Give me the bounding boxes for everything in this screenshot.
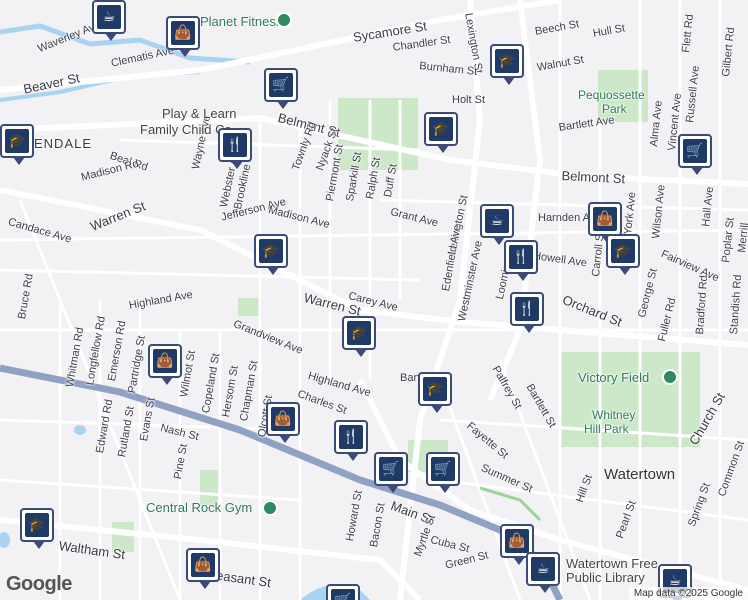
shopping-bag-icon[interactable]: 👜 — [148, 344, 182, 385]
place-label: Play & Learn — [162, 106, 237, 121]
park-area — [238, 298, 262, 316]
pond — [74, 425, 86, 435]
street-label: Merrill — [736, 222, 748, 254]
school-glyph: 🎓 — [495, 49, 519, 73]
school-icon[interactable]: 🎓 — [342, 316, 376, 357]
restaurant-icon[interactable]: 🍴 — [218, 128, 252, 169]
cafe-glyph: ☕ — [97, 5, 121, 29]
cart-glyph: 🛒 — [269, 73, 293, 97]
bag-glyph: 👜 — [153, 349, 177, 373]
cafe-icon[interactable]: ☕ — [480, 204, 514, 245]
google-logo: Google — [6, 573, 72, 595]
cart-glyph: 🛒 — [683, 139, 707, 163]
bag-glyph: 👜 — [593, 207, 617, 231]
shopping-cart-icon[interactable]: 🛒 — [264, 68, 298, 109]
school-glyph: 🎓 — [429, 117, 453, 141]
street-label: Holt St — [452, 94, 486, 106]
place-label: Watertown — [604, 466, 676, 483]
place-label: Pequossette — [578, 88, 645, 102]
bag-glyph: 👜 — [505, 529, 529, 553]
school-glyph: 🎓 — [25, 513, 49, 537]
place-label: Hill Park — [584, 422, 629, 436]
school-glyph: 🎓 — [423, 377, 447, 401]
shopping-cart-icon[interactable]: 🛒 — [426, 452, 460, 493]
restaurant-glyph: 🍴 — [223, 133, 247, 157]
restaurant-icon[interactable]: 🍴 — [510, 292, 544, 333]
fitness-poi-icon[interactable] — [276, 12, 292, 28]
bag-glyph: 👜 — [171, 21, 195, 45]
school-icon[interactable]: 🎓 — [418, 372, 452, 413]
school-icon[interactable]: 🎓 — [606, 234, 640, 275]
cafe-glyph: ☕ — [531, 557, 555, 581]
place-label: ENDALE — [34, 136, 93, 151]
place-label: Park — [602, 102, 627, 116]
school-icon[interactable]: 🎓 — [424, 112, 458, 153]
shopping-cart-icon[interactable]: 🛒 — [374, 452, 408, 493]
school-glyph: 🎓 — [5, 129, 29, 153]
school-icon[interactable]: 🎓 — [20, 508, 54, 549]
restaurant-glyph: 🍴 — [339, 425, 363, 449]
school-glyph: 🎓 — [259, 239, 283, 263]
restaurant-glyph: 🍴 — [515, 297, 539, 321]
cart-glyph: 🛒 — [431, 457, 455, 481]
restaurant-glyph: 🍴 — [509, 245, 533, 269]
school-glyph: 🎓 — [611, 239, 635, 263]
cafe-icon[interactable]: ☕ — [92, 0, 126, 41]
school-glyph: 🎓 — [347, 321, 371, 345]
place-label: Victory Field — [578, 370, 650, 385]
school-icon[interactable]: 🎓 — [254, 234, 288, 275]
bag-glyph: 👜 — [271, 407, 295, 431]
map-attribution[interactable]: Map data ©2025 Google — [628, 587, 748, 600]
place-label: Whitney — [592, 408, 636, 422]
shopping-cart-icon[interactable]: 🛒 — [678, 134, 712, 175]
gym-poi-icon[interactable] — [262, 500, 278, 516]
restaurant-icon[interactable]: 🍴 — [334, 420, 368, 461]
place-label: Planet Fitness — [200, 14, 283, 29]
place-label: Central Rock Gym — [146, 500, 253, 515]
school-icon[interactable]: 🎓 — [0, 124, 34, 165]
cart-glyph: 🛒 — [331, 589, 355, 600]
bag-glyph: 👜 — [191, 553, 215, 577]
cafe-glyph: ☕ — [485, 209, 509, 233]
school-icon[interactable]: 🎓 — [490, 44, 524, 85]
street-label: Ban — [400, 372, 420, 384]
shopping-bag-icon[interactable]: 👜 — [186, 548, 220, 589]
place-label: Watertown Free — [566, 556, 658, 571]
map-canvas[interactable]: Sycamore St Chandler St Lexington St Bee… — [0, 0, 748, 600]
park-poi-icon[interactable] — [662, 369, 678, 385]
shopping-bag-icon[interactable]: 👜 — [588, 202, 622, 243]
cafe-icon[interactable]: ☕ — [526, 552, 560, 593]
cart-glyph: 🛒 — [379, 457, 403, 481]
shopping-bag-icon[interactable]: 👜 — [266, 402, 300, 443]
shopping-cart-icon[interactable]: 🛒 — [326, 584, 360, 600]
place-label: Public Library — [566, 570, 645, 585]
shopping-bag-icon[interactable]: 👜 — [166, 16, 200, 57]
pond — [0, 532, 10, 548]
restaurant-icon[interactable]: 🍴 — [504, 240, 538, 281]
